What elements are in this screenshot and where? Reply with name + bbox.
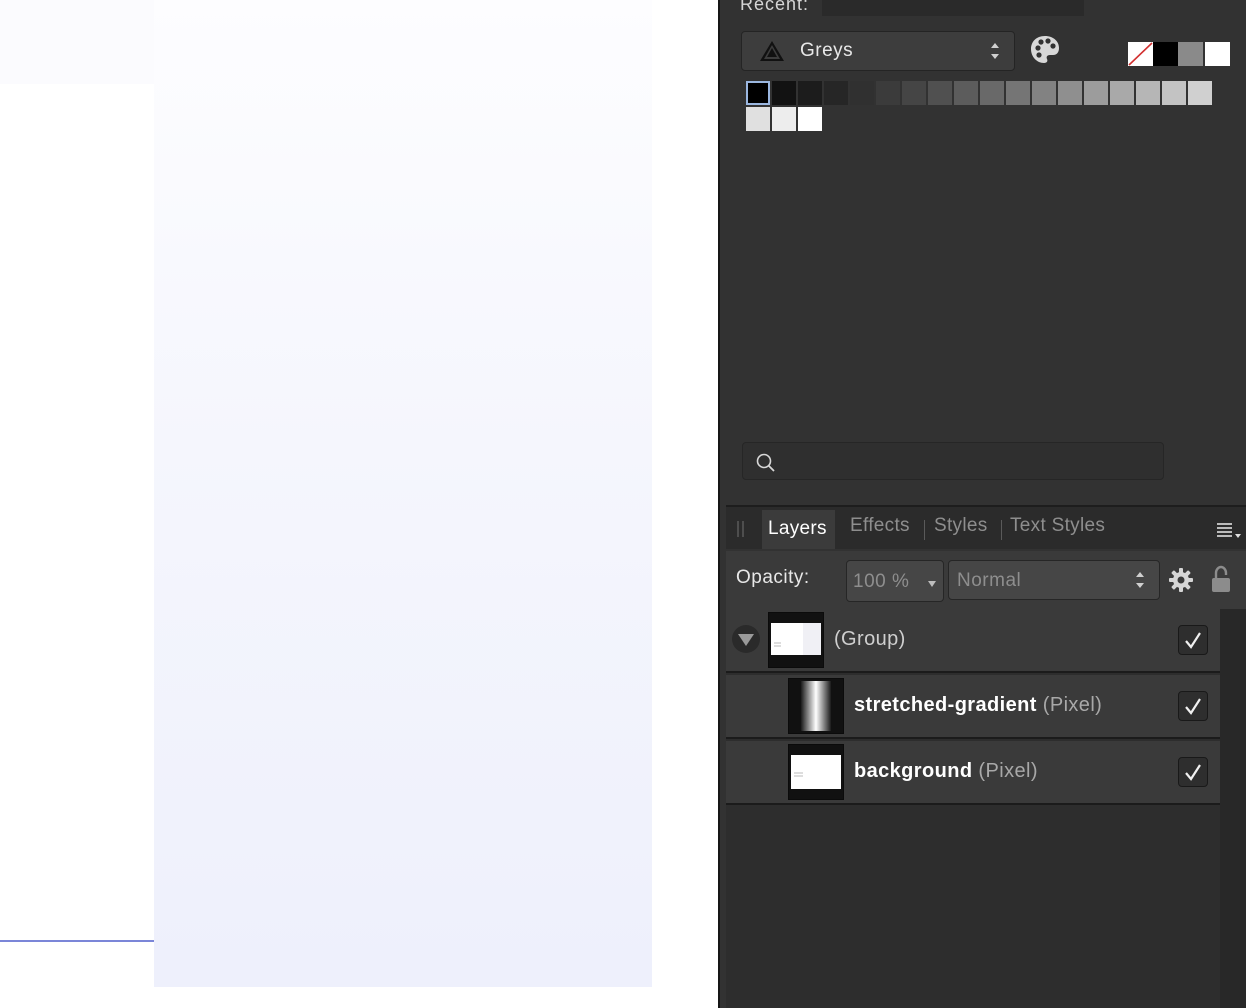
tab-separator	[924, 520, 925, 540]
layer-title: stretched-gradient	[854, 694, 1037, 716]
canvas-accent-line	[0, 940, 154, 942]
tab-separator	[1001, 520, 1002, 540]
blend-mode-select[interactable]: Normal	[948, 560, 1160, 600]
layers-list: (Group) stretched-gradient (Pixel) backg…	[726, 609, 1220, 1008]
opacity-value: 100 %	[853, 571, 910, 592]
lock-icon[interactable]	[1210, 565, 1232, 595]
tab-effects[interactable]: Effects	[850, 515, 910, 537]
recent-label: Recent:	[740, 0, 810, 14]
layers-scrollbar[interactable]	[1220, 609, 1246, 1008]
palette-name: Greys	[800, 40, 854, 61]
drag-grip-icon[interactable]	[736, 519, 746, 539]
palette-swatch[interactable]	[1162, 81, 1186, 105]
white-swatch[interactable]	[1205, 42, 1230, 66]
up-down-arrows-icon	[1135, 568, 1145, 592]
layer-controls-row: Opacity: 100 % Normal	[726, 551, 1246, 609]
layer-type: (Pixel)	[1042, 694, 1103, 716]
layer-name: (Group)	[834, 628, 906, 650]
app-palette-icon	[758, 39, 788, 63]
layer-name: stretched-gradient (Pixel)	[854, 694, 1102, 717]
palette-swatch[interactable]	[902, 81, 926, 105]
palette-swatch[interactable]	[928, 81, 952, 105]
palette-swatch[interactable]	[1110, 81, 1134, 105]
palette-dropdown[interactable]: Greys	[741, 31, 1015, 71]
black-swatch[interactable]	[1153, 42, 1178, 66]
blend-mode-value: Normal	[957, 570, 1022, 591]
visibility-checkbox[interactable]	[1178, 625, 1208, 655]
palette-swatch[interactable]	[876, 81, 900, 105]
layer-thumbnail	[768, 612, 824, 668]
panel-tabs: Layers Effects Styles Text Styles	[726, 505, 1246, 549]
palette-swatch[interactable]	[1006, 81, 1030, 105]
swatch-search-input[interactable]	[742, 442, 1164, 480]
panel-menu-icon[interactable]	[1216, 521, 1246, 543]
palette-swatch[interactable]	[850, 81, 874, 105]
visibility-checkbox[interactable]	[1178, 757, 1208, 787]
palette-swatch[interactable]	[1136, 81, 1160, 105]
tab-layers[interactable]: Layers	[762, 510, 835, 549]
tab-text-styles[interactable]: Text Styles	[1010, 515, 1105, 537]
palette-swatch[interactable]	[980, 81, 1004, 105]
stretched-gradient-object[interactable]	[154, 0, 652, 987]
layer-row[interactable]: stretched-gradient (Pixel)	[726, 675, 1220, 739]
grey-swatch[interactable]	[1178, 42, 1203, 66]
palette-swatch[interactable]	[746, 107, 770, 131]
palette-swatch[interactable]	[1188, 81, 1212, 105]
palette-swatch[interactable]	[1058, 81, 1082, 105]
layer-type: (Pixel)	[978, 760, 1038, 782]
layer-name: background (Pixel)	[854, 760, 1038, 783]
layer-title: background	[854, 760, 973, 782]
layer-row[interactable]: background (Pixel)	[726, 741, 1220, 805]
palette-swatch[interactable]	[1084, 81, 1108, 105]
palette-swatch[interactable]	[798, 81, 822, 105]
visibility-checkbox[interactable]	[1178, 691, 1208, 721]
layer-row-group[interactable]: (Group)	[726, 609, 1220, 673]
opacity-field[interactable]: 100 %	[846, 560, 944, 602]
palette-swatch[interactable]	[772, 107, 796, 131]
document-canvas[interactable]	[0, 0, 718, 1008]
studio-panel: Recent: Greys Layers Effects Styles Text…	[720, 0, 1246, 1008]
recent-colors-bar[interactable]	[822, 0, 1084, 16]
palette-swatch[interactable]	[1032, 81, 1056, 105]
up-down-arrows-icon	[990, 39, 1000, 63]
expand-triangle-icon[interactable]	[732, 625, 760, 653]
gear-icon[interactable]	[1168, 567, 1194, 593]
color-palette-icon[interactable]	[1028, 33, 1062, 67]
palette-swatch[interactable]	[746, 81, 770, 105]
opacity-label: Opacity:	[736, 567, 810, 588]
chevron-down-icon	[927, 576, 937, 587]
palette-swatch[interactable]	[954, 81, 978, 105]
palette-swatch[interactable]	[772, 81, 796, 105]
layer-thumbnail	[788, 678, 844, 734]
search-icon	[755, 452, 777, 474]
palette-swatch[interactable]	[824, 81, 848, 105]
no-fill-swatch[interactable]	[1128, 42, 1153, 66]
palette-swatch[interactable]	[798, 107, 822, 131]
tab-styles[interactable]: Styles	[934, 515, 988, 537]
layer-thumbnail	[788, 744, 844, 800]
